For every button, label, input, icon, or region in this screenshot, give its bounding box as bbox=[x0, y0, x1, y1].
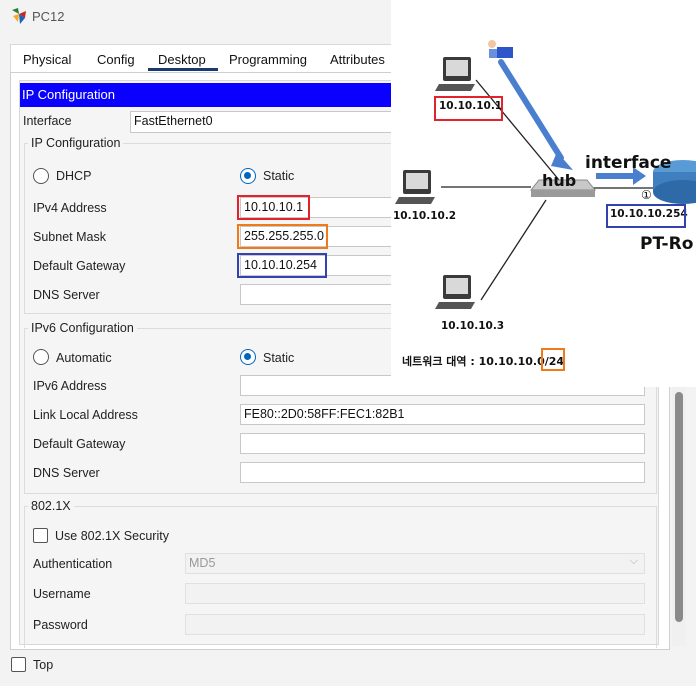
marker-label: ① bbox=[641, 188, 652, 202]
top-label: Top bbox=[33, 658, 54, 672]
ipv6-automatic-label: Automatic bbox=[56, 351, 112, 365]
hub-label: hub bbox=[542, 171, 577, 190]
password-input[interactable] bbox=[185, 614, 645, 635]
username-label: Username bbox=[33, 587, 91, 601]
username-input[interactable] bbox=[185, 583, 645, 604]
authentication-value: MD5 bbox=[189, 556, 216, 570]
tab-physical[interactable]: Physical bbox=[23, 52, 71, 67]
dhcp-label: DHCP bbox=[56, 169, 92, 183]
ipv6-address-label: IPv6 Address bbox=[33, 379, 107, 393]
pc2-ip-label: 10.10.10.2 bbox=[393, 210, 457, 222]
tab-programming[interactable]: Programming bbox=[229, 52, 307, 67]
tab-desktop[interactable]: Desktop bbox=[158, 52, 206, 67]
router-ip-highlight-box bbox=[606, 204, 686, 228]
pc2-icon bbox=[395, 170, 435, 204]
ipv4-address-label: IPv4 Address bbox=[33, 201, 107, 215]
subnet-mask-label: Subnet Mask bbox=[33, 230, 106, 244]
link-pc3-hub bbox=[480, 199, 547, 301]
ipv4-group-title: IP Configuration bbox=[28, 136, 124, 150]
ipv6-default-gateway-input[interactable] bbox=[240, 433, 645, 454]
ipv4-highlight-box bbox=[237, 195, 310, 220]
ipv6-dns-server-input[interactable] bbox=[240, 462, 645, 483]
ipv6-automatic-radio[interactable] bbox=[33, 349, 49, 365]
ipv6-static-label: Static bbox=[263, 351, 295, 365]
network-prefix-highlight-box bbox=[541, 348, 565, 371]
subnet-mask-highlight-box bbox=[237, 224, 328, 249]
dhcp-radio[interactable] bbox=[33, 168, 49, 184]
network-diagram-overlay: 10.10.10.1 10.10.10.2 10.10.10.3 hub int… bbox=[391, 0, 696, 387]
ipv6-default-gateway-label: Default Gateway bbox=[33, 437, 126, 451]
link-local-address-label: Link Local Address bbox=[33, 408, 138, 422]
router-name-label: PT-Ro bbox=[640, 234, 694, 254]
packet-tracer-app-icon bbox=[9, 6, 29, 26]
pc1-ip-highlight-box bbox=[434, 96, 503, 121]
network-range-text: 네트워크 대역 : 10.10.10.0 bbox=[402, 355, 545, 368]
active-tab-indicator bbox=[148, 68, 218, 71]
tab-config[interactable]: Config bbox=[97, 52, 135, 67]
default-gateway-label: Default Gateway bbox=[33, 259, 126, 273]
ip-configuration-header: IP Configuration bbox=[20, 83, 420, 107]
dns-server-label: DNS Server bbox=[33, 288, 100, 302]
pc3-icon bbox=[435, 275, 475, 309]
static-radio[interactable] bbox=[240, 168, 256, 184]
interface-label: interface bbox=[585, 153, 672, 173]
pc3-ip-label: 10.10.10.3 bbox=[441, 320, 505, 332]
use-8021x-label: Use 802.1X Security bbox=[55, 529, 169, 543]
authentication-select[interactable]: MD5 ⌵ bbox=[185, 553, 645, 574]
user-to-hub-arrow bbox=[498, 59, 564, 161]
static-label: Static bbox=[263, 169, 295, 183]
ipv6-dns-server-label: DNS Server bbox=[33, 466, 100, 480]
network-range-label: 네트워크 대역 : 10.10.10.0/24 bbox=[402, 353, 564, 369]
ipv6-group-title: IPv6 Configuration bbox=[28, 321, 137, 335]
tab-attributes[interactable]: Attributes bbox=[330, 52, 385, 67]
top-checkbox[interactable] bbox=[11, 657, 26, 672]
window-title: PC12 bbox=[32, 9, 65, 24]
interface-arrow bbox=[596, 173, 634, 179]
gateway-highlight-box bbox=[237, 253, 327, 278]
authentication-label: Authentication bbox=[33, 557, 113, 571]
pc1-icon bbox=[435, 57, 475, 91]
user-icon bbox=[488, 40, 513, 58]
chevron-down-icon: ⌵ bbox=[629, 555, 638, 567]
password-label: Password bbox=[33, 618, 88, 632]
use-8021x-checkbox[interactable] bbox=[33, 528, 48, 543]
link-local-address-input[interactable]: FE80::2D0:58FF:FEC1:82B1 bbox=[240, 404, 645, 425]
dot1x-group-title: 802.1X bbox=[28, 499, 74, 513]
interface-select[interactable]: FastEthernet0 bbox=[130, 111, 420, 133]
bottom-bar bbox=[0, 650, 696, 686]
ipv6-static-radio[interactable] bbox=[240, 349, 256, 365]
scrollbar-thumb[interactable] bbox=[675, 392, 683, 622]
interface-label: Interface bbox=[23, 114, 72, 128]
